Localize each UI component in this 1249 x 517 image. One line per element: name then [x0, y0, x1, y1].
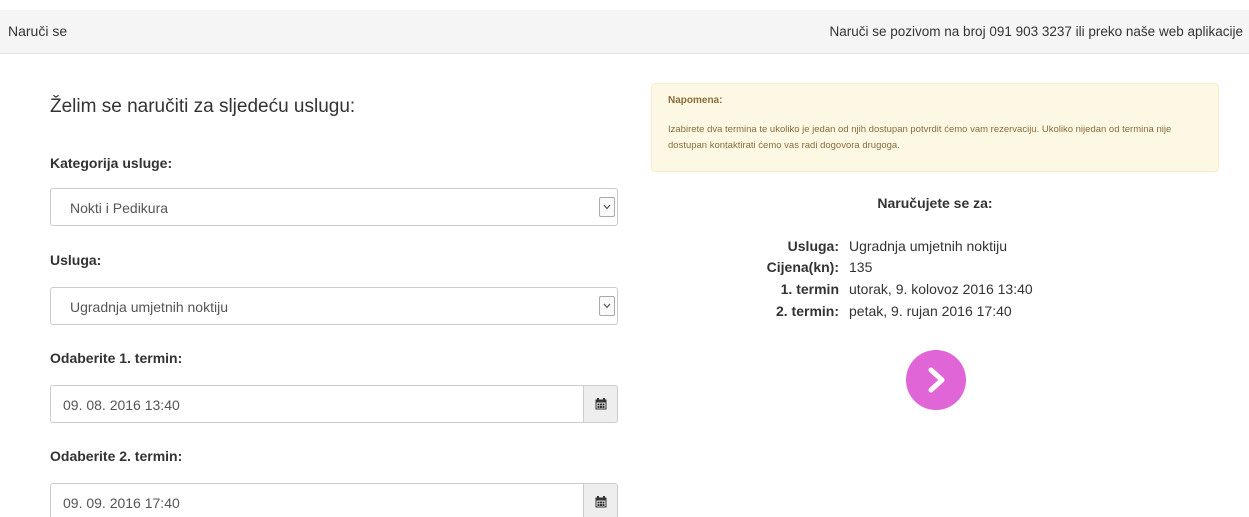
notice-title: Napomena:	[668, 95, 723, 106]
summary-label: 1. termin	[780, 281, 839, 297]
summary-value: utorak, 9. kolovoz 2016 13:40	[849, 281, 1033, 297]
category-label: Kategorija usluge:	[50, 155, 173, 171]
category-select[interactable]: Nokti i Pedikura	[50, 188, 618, 226]
term2-label: Odaberite 2. termin:	[50, 448, 183, 464]
page-title: Naruči se	[8, 23, 68, 39]
summary-label: Usluga:	[787, 238, 839, 254]
summary-title: Naručujete se za:	[877, 195, 993, 211]
category-select-value: Nokti i Pedikura	[70, 200, 169, 216]
service-select[interactable]: Ugradnja umjetnih noktiju	[50, 287, 618, 325]
service-label: Usluga:	[50, 252, 102, 268]
term2-input[interactable]: 09. 09. 2016 17:40	[50, 483, 618, 517]
calendar-icon	[595, 398, 607, 410]
notice-text: Izabirete dva termina te ukoliko je jeda…	[668, 124, 1172, 151]
term1-label: Odaberite 1. termin:	[50, 350, 183, 366]
form-heading: Želim se naručiti za sljedeću uslugu:	[50, 96, 356, 117]
summary-row: 1. termin utorak, 9. kolovoz 2016 13:40	[651, 281, 1219, 301]
summary-row: Usluga: Ugradnja umjetnih noktiju	[651, 238, 1219, 258]
chevron-down-icon[interactable]	[599, 296, 615, 316]
summary-row: Cijena(kn): 135	[651, 259, 1219, 279]
calendar-icon	[595, 496, 607, 508]
term2-calendar-button[interactable]	[583, 484, 617, 517]
top-bar: Naruči se Naruči se pozivom na broj 091 …	[0, 10, 1249, 54]
chevron-right-icon	[928, 367, 945, 393]
next-button[interactable]	[906, 350, 966, 410]
contact-info: Naruči se pozivom na broj 091 903 3237 i…	[829, 24, 1244, 39]
summary-row: 2. termin: petak, 9. rujan 2016 17:40	[651, 303, 1219, 323]
term1-input[interactable]: 09. 08. 2016 13:40	[50, 385, 618, 423]
notice-box: Napomena: Izabirete dva termina te ukoli…	[651, 83, 1219, 172]
summary-label: Cijena(kn):	[766, 259, 839, 275]
summary-value: petak, 9. rujan 2016 17:40	[849, 303, 1012, 319]
summary-value: Ugradnja umjetnih noktiju	[849, 238, 1007, 254]
term1-value: 09. 08. 2016 13:40	[63, 397, 180, 413]
summary-value: 135	[849, 259, 873, 275]
summary-label: 2. termin:	[775, 303, 839, 319]
chevron-down-icon[interactable]	[599, 197, 615, 217]
term1-calendar-button[interactable]	[583, 386, 617, 422]
term2-value: 09. 09. 2016 17:40	[63, 495, 180, 511]
service-select-value: Ugradnja umjetnih noktiju	[70, 299, 228, 315]
